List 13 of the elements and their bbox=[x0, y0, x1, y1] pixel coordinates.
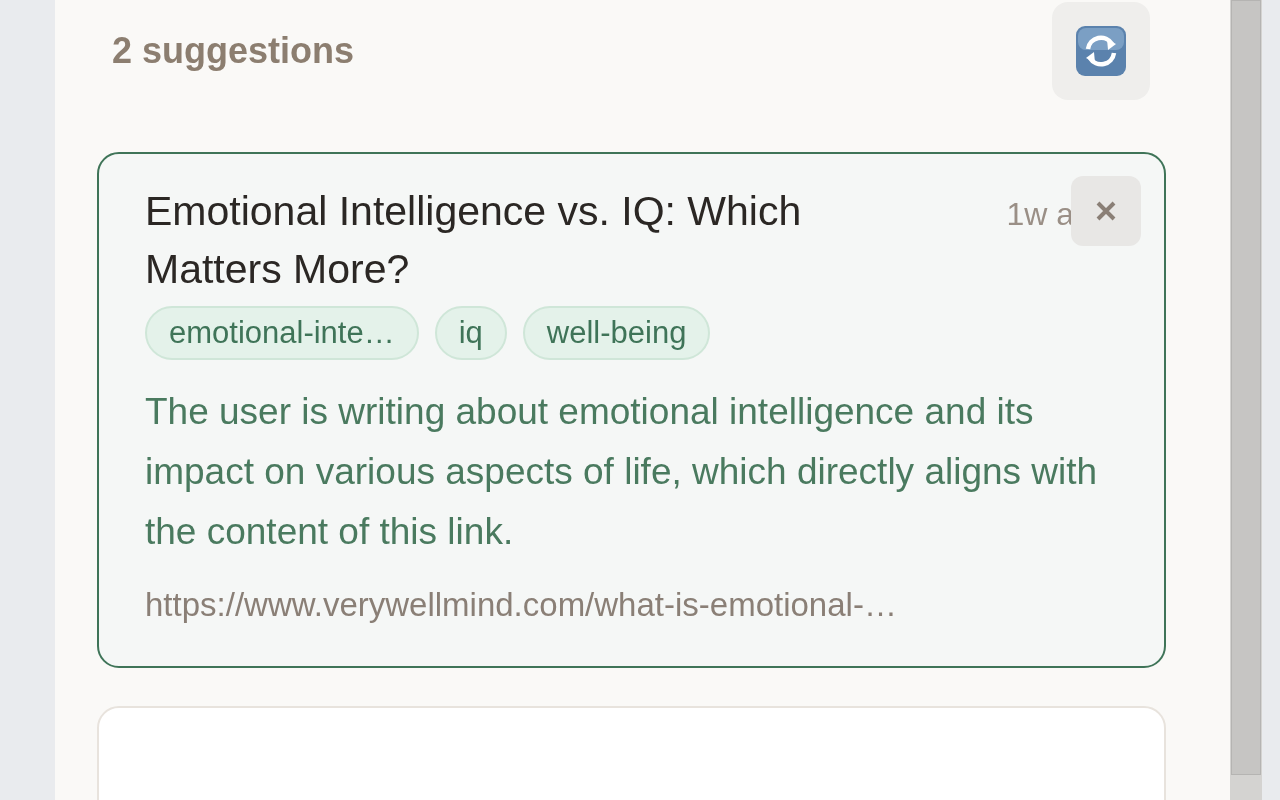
suggestion-count: 2 suggestions bbox=[112, 29, 355, 73]
refresh-icon bbox=[1075, 25, 1127, 77]
tag: well-being bbox=[522, 306, 711, 360]
close-icon bbox=[1095, 200, 1117, 222]
tag: iq bbox=[434, 306, 507, 360]
suggestion-url[interactable]: https://www.verywellmind.com/what-is-emotional-… bbox=[145, 580, 1118, 630]
scrollbar[interactable] bbox=[1230, 0, 1262, 800]
suggestion-card[interactable] bbox=[97, 152, 1166, 668]
tag: emotional-inte… bbox=[145, 306, 419, 360]
suggestion-reason: The user is writing about emotional intelligence and its impact on various aspects of life, which directly aligns with the content of this link. bbox=[145, 390, 1099, 554]
close-button[interactable] bbox=[1071, 176, 1141, 246]
refresh-button[interactable] bbox=[1052, 2, 1150, 100]
suggestion-title: Emotional Intelligence vs. IQ: Which Matters More? bbox=[145, 187, 803, 294]
